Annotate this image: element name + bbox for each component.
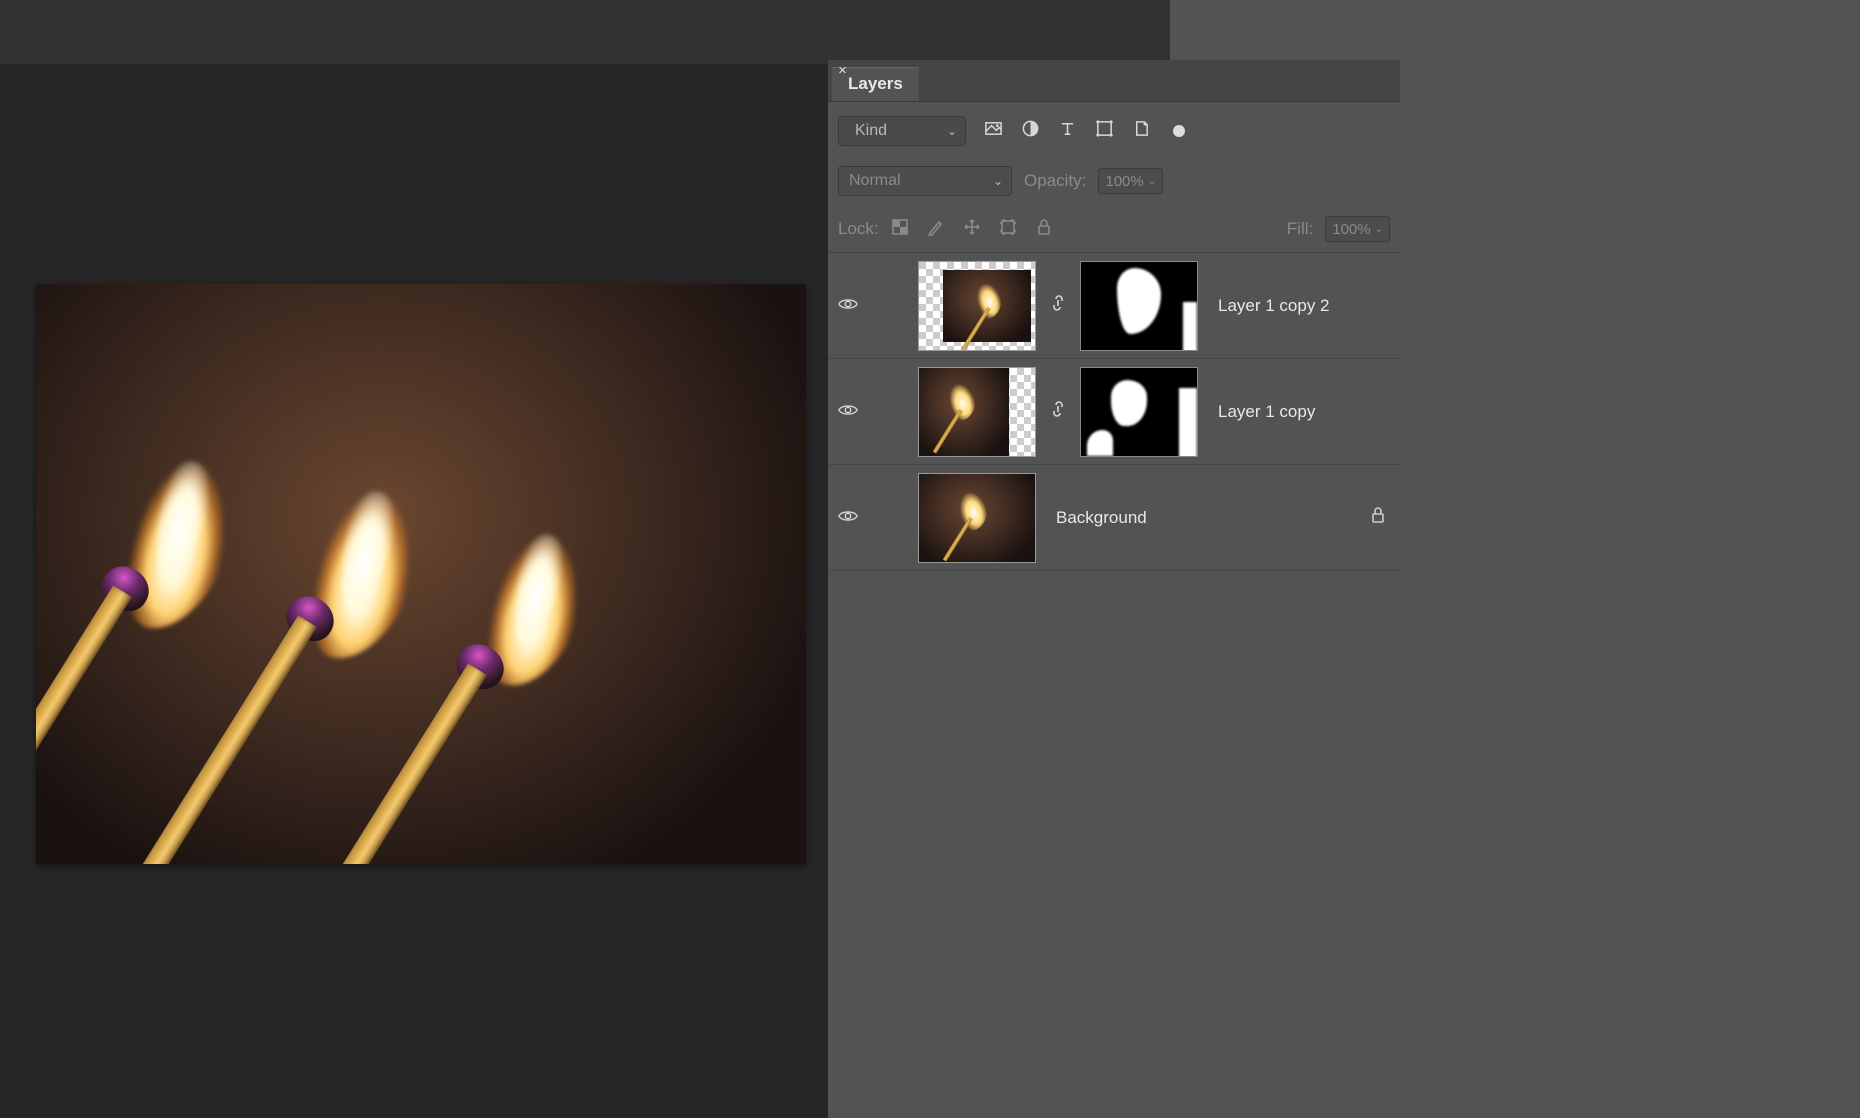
lock-row: Lock: Fill: 100% ⌄ bbox=[828, 206, 1400, 252]
filter-shape-icon[interactable] bbox=[1095, 119, 1114, 143]
canvas-artwork bbox=[36, 458, 211, 826]
layer-thumbnail[interactable] bbox=[918, 367, 1036, 457]
blend-row: Normal ⌄ Opacity: 100% ⌄ bbox=[828, 156, 1400, 206]
layer-mask-thumbnail[interactable] bbox=[1080, 367, 1198, 457]
lock-position-icon[interactable] bbox=[963, 218, 981, 241]
filter-type-icon[interactable] bbox=[1058, 119, 1077, 143]
layers-panel: × Layers Kind ⌄ Normal ⌄ Opacity: 100% bbox=[828, 60, 1400, 1118]
opacity-label: Opacity: bbox=[1024, 171, 1086, 191]
opacity-input[interactable]: 100% ⌄ bbox=[1098, 168, 1163, 194]
mask-link-icon[interactable] bbox=[1050, 293, 1066, 318]
panel-tabstrip: Layers bbox=[828, 60, 1400, 102]
visibility-toggle[interactable] bbox=[836, 296, 860, 316]
fill-input[interactable]: 100% ⌄ bbox=[1325, 216, 1390, 242]
layers-list: Layer 1 copy 2 Layer 1 copy bbox=[828, 253, 1400, 571]
layer-row[interactable]: Layer 1 copy bbox=[828, 359, 1400, 465]
visibility-toggle[interactable] bbox=[836, 508, 860, 528]
lock-all-icon[interactable] bbox=[1035, 218, 1053, 241]
chevron-down-icon: ⌄ bbox=[947, 124, 957, 138]
fill-label: Fill: bbox=[1287, 219, 1313, 239]
lock-pixels-icon[interactable] bbox=[927, 218, 945, 241]
layer-mask-thumbnail[interactable] bbox=[1080, 261, 1198, 351]
layer-name[interactable]: Layer 1 copy bbox=[1212, 402, 1315, 422]
canvas-stage bbox=[0, 64, 830, 1118]
filter-kind-dropdown[interactable]: Kind ⌄ bbox=[838, 116, 966, 146]
blend-mode-dropdown[interactable]: Normal ⌄ bbox=[838, 166, 1012, 196]
chevron-down-icon: ⌄ bbox=[1375, 224, 1383, 235]
layer-thumbnail[interactable] bbox=[918, 261, 1036, 351]
visibility-toggle[interactable] bbox=[836, 402, 860, 422]
lock-icon bbox=[1370, 506, 1390, 529]
filter-adjustment-icon[interactable] bbox=[1021, 119, 1040, 143]
layer-row[interactable]: Layer 1 copy 2 bbox=[828, 253, 1400, 359]
layer-filter-row: Kind ⌄ bbox=[828, 102, 1400, 156]
lock-artboard-icon[interactable] bbox=[999, 218, 1017, 241]
filter-toggle[interactable] bbox=[1173, 125, 1185, 137]
layer-thumbnail[interactable] bbox=[918, 473, 1036, 563]
filter-kind-label: Kind bbox=[855, 122, 887, 140]
mask-link-icon[interactable] bbox=[1050, 399, 1066, 424]
blend-mode-label: Normal bbox=[849, 172, 901, 190]
layer-name[interactable]: Background bbox=[1050, 508, 1147, 528]
fill-value: 100% bbox=[1332, 221, 1370, 238]
close-icon[interactable]: × bbox=[836, 64, 849, 77]
layer-row[interactable]: Background bbox=[828, 465, 1400, 571]
filter-smartobject-icon[interactable] bbox=[1132, 119, 1151, 143]
layer-name[interactable]: Layer 1 copy 2 bbox=[1212, 296, 1330, 316]
lock-label: Lock: bbox=[838, 219, 879, 239]
filter-pixel-icon[interactable] bbox=[984, 119, 1003, 143]
opacity-value: 100% bbox=[1105, 173, 1143, 190]
lock-transparency-icon[interactable] bbox=[891, 218, 909, 241]
document-canvas[interactable] bbox=[36, 284, 806, 864]
chevron-down-icon: ⌄ bbox=[1148, 176, 1156, 187]
right-gutter bbox=[1400, 0, 1860, 1118]
chevron-down-icon: ⌄ bbox=[993, 174, 1003, 188]
